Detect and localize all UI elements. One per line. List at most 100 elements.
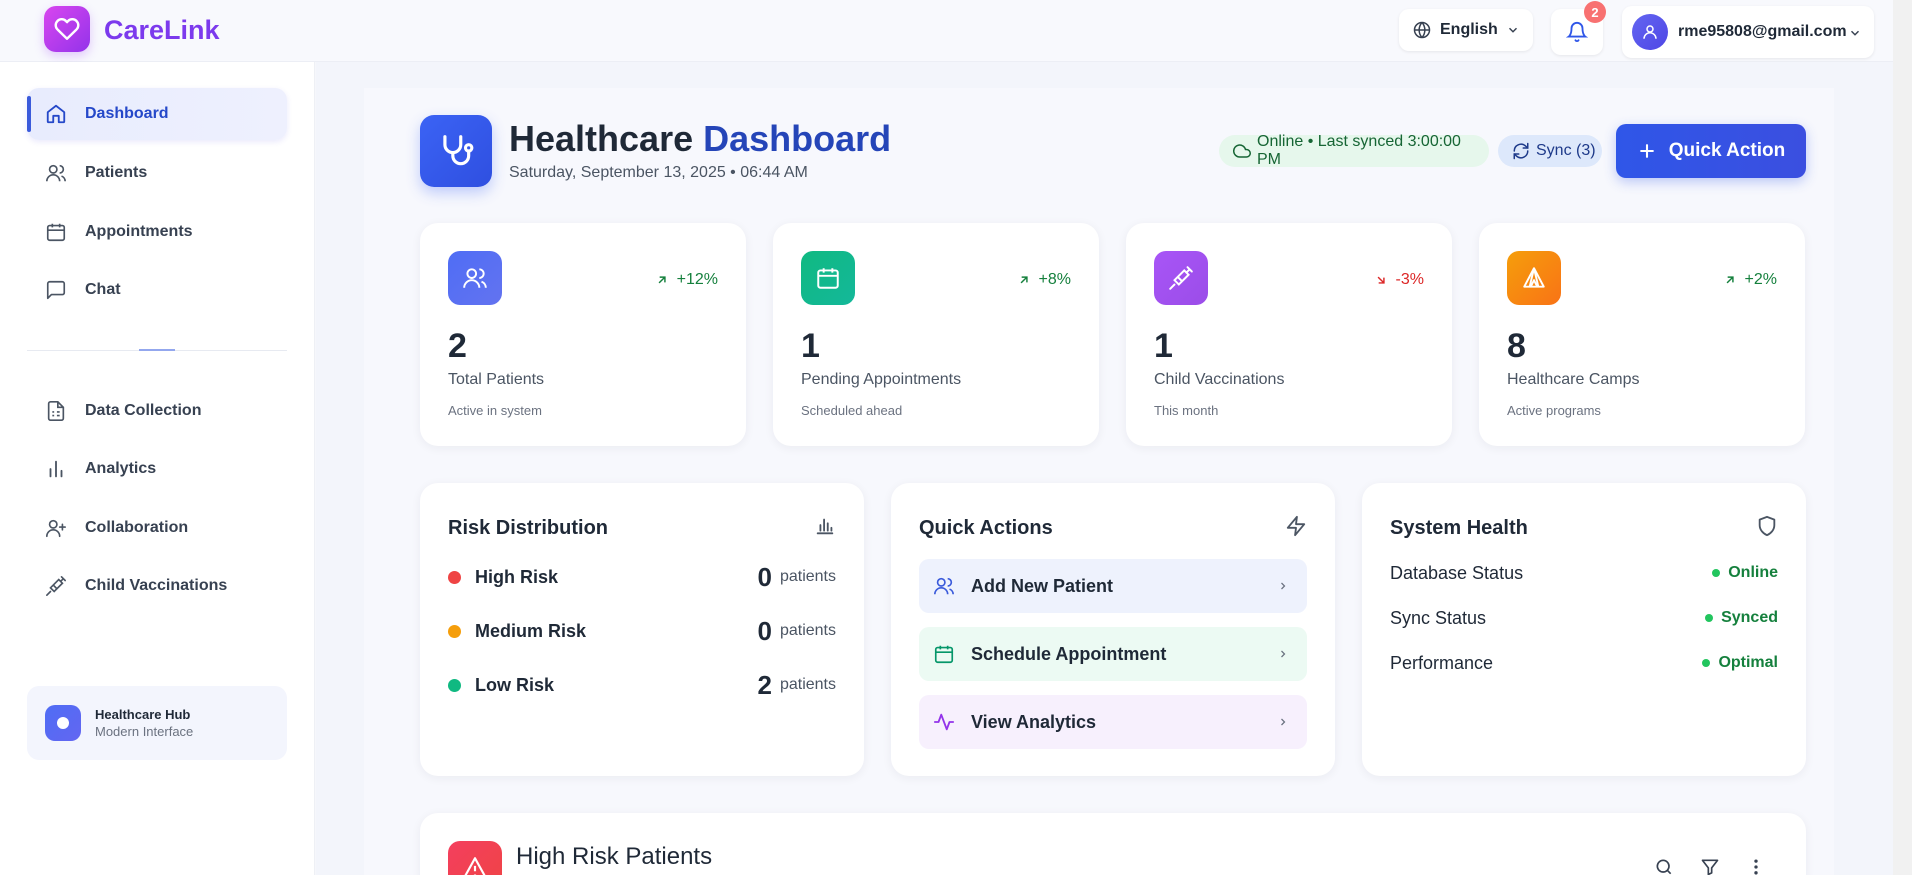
risk-dot bbox=[448, 678, 461, 692]
sidebar-item-label: Analytics bbox=[85, 460, 157, 477]
stat-card-pending-appointments[interactable]: +8% 1 Pending Appointments Scheduled ahe… bbox=[773, 223, 1099, 446]
trend-value: +8% bbox=[1038, 271, 1071, 288]
healthcare-hub-card[interactable]: Healthcare Hub Modern Interface bbox=[27, 686, 287, 760]
sidebar-item-label: Patients bbox=[85, 164, 148, 181]
risk-label: High Risk bbox=[475, 566, 559, 587]
app-logo[interactable] bbox=[44, 6, 90, 52]
sidebar-item-chat[interactable]: Chat bbox=[27, 264, 287, 316]
stat-value: 1 bbox=[801, 327, 820, 365]
sidebar-item-appointments[interactable]: Appointments bbox=[27, 206, 287, 258]
bar-chart-icon[interactable] bbox=[814, 515, 836, 537]
health-row-performance: Performance Optimal bbox=[1390, 648, 1778, 678]
user-email: rme95808@gmail.com bbox=[1678, 23, 1847, 40]
message-icon bbox=[45, 279, 67, 301]
refresh-icon bbox=[1512, 142, 1530, 160]
page-title-part1: Healthcare bbox=[509, 118, 694, 159]
stat-card-child-vaccinations[interactable]: -3% 1 Child Vaccinations This month bbox=[1126, 223, 1452, 446]
shield-icon bbox=[1756, 515, 1778, 537]
calendar-icon bbox=[45, 221, 67, 243]
trend: +12% bbox=[655, 271, 718, 289]
filter-icon[interactable] bbox=[1700, 857, 1720, 875]
risk-dot bbox=[448, 570, 461, 584]
risk-unit: patients bbox=[779, 568, 836, 585]
card-title: High Risk Patients bbox=[516, 843, 713, 870]
sidebar-item-label: Appointments bbox=[85, 223, 193, 240]
health-label: Database Status bbox=[1390, 562, 1524, 583]
page-title-part2: Dashboard bbox=[703, 118, 892, 159]
scrollbar[interactable] bbox=[1893, 0, 1912, 875]
user-menu[interactable]: rme95808@gmail.com bbox=[1622, 6, 1874, 58]
view-analytics-button[interactable]: View Analytics bbox=[919, 695, 1307, 749]
status-badge: Online • Last synced 3:00:00 PM bbox=[1219, 133, 1489, 168]
stat-card-total-patients[interactable]: +12% 2 Total Patients Active in system bbox=[420, 223, 746, 446]
page-title: Healthcare Dashboard bbox=[509, 118, 891, 160]
health-status: Synced bbox=[1705, 609, 1778, 627]
sidebar-item-collaboration[interactable]: Collaboration bbox=[27, 502, 287, 554]
quick-actions-card: Quick Actions Add New Patient Schedule A… bbox=[891, 483, 1335, 776]
sidebar-item-data-collection[interactable]: Data Collection bbox=[27, 385, 287, 437]
stat-label: Healthcare Camps bbox=[1507, 371, 1640, 388]
trend-up-icon bbox=[1723, 273, 1737, 287]
chevron-right-icon bbox=[1277, 716, 1289, 728]
stat-subtitle: Scheduled ahead bbox=[801, 403, 903, 418]
sidebar-item-label: Data Collection bbox=[85, 402, 202, 419]
users-icon bbox=[933, 575, 955, 597]
risk-unit: patients bbox=[779, 676, 836, 693]
language-label: English bbox=[1440, 21, 1498, 38]
sidebar-divider-accent bbox=[139, 349, 175, 351]
language-select[interactable]: English bbox=[1399, 9, 1533, 51]
health-status: Online bbox=[1712, 564, 1778, 582]
users-icon bbox=[448, 251, 502, 305]
search-icon[interactable] bbox=[1654, 857, 1674, 875]
sidebar-item-child-vaccinations[interactable]: Child Vaccinations bbox=[27, 560, 287, 612]
trend-up-icon bbox=[1017, 273, 1031, 287]
health-value: Synced bbox=[1721, 609, 1778, 626]
more-vertical-icon[interactable] bbox=[1746, 857, 1766, 875]
sidebar-item-patients[interactable]: Patients bbox=[27, 147, 287, 199]
action-label: Add New Patient bbox=[971, 575, 1114, 596]
plus-icon bbox=[1637, 141, 1657, 161]
health-row-sync: Sync Status Synced bbox=[1390, 603, 1778, 633]
hub-icon bbox=[45, 705, 81, 741]
risk-count: 0 bbox=[757, 561, 772, 592]
stat-label: Pending Appointments bbox=[801, 371, 962, 388]
users-icon bbox=[45, 162, 67, 184]
lightning-icon bbox=[1285, 515, 1307, 537]
hub-dot-icon bbox=[57, 717, 69, 729]
risk-unit: patients bbox=[779, 622, 836, 639]
trend-up-icon bbox=[655, 273, 669, 287]
chevron-down-icon bbox=[1506, 23, 1520, 37]
user-plus-icon bbox=[45, 517, 67, 539]
status-text: Online • Last synced 3:00:00 PM bbox=[1257, 133, 1461, 168]
sync-label: Sync (3) bbox=[1536, 142, 1596, 159]
notification-badge: 2 bbox=[1584, 1, 1606, 23]
trend-value: +12% bbox=[676, 271, 718, 288]
sync-button[interactable]: Sync (3) bbox=[1498, 135, 1602, 167]
sidebar-item-dashboard[interactable]: Dashboard bbox=[27, 88, 287, 140]
risk-row-low: Low Risk 2 patients bbox=[448, 670, 836, 700]
sidebar: Dashboard Patients Appointments Chat Dat… bbox=[0, 62, 315, 875]
bell-icon bbox=[1566, 21, 1588, 43]
schedule-appointment-button[interactable]: Schedule Appointment bbox=[919, 627, 1307, 681]
trend: +2% bbox=[1723, 271, 1777, 289]
trend-value: -3% bbox=[1395, 271, 1424, 288]
card-toolbar bbox=[1654, 857, 1766, 875]
cloud-icon bbox=[1233, 142, 1251, 160]
sidebar-item-analytics[interactable]: Analytics bbox=[27, 443, 287, 495]
high-risk-patients-card: High Risk Patients bbox=[420, 813, 1806, 875]
activity-icon bbox=[933, 711, 955, 733]
stat-value: 2 bbox=[448, 327, 467, 365]
app-name[interactable]: CareLink bbox=[104, 15, 220, 46]
top-bar: CareLink English 2 rme95808@gmail.com bbox=[0, 0, 1912, 62]
health-label: Performance bbox=[1390, 652, 1494, 673]
sidebar-item-label: Collaboration bbox=[85, 519, 189, 536]
stat-card-healthcare-camps[interactable]: +2% 8 Healthcare Camps Active programs bbox=[1479, 223, 1805, 446]
hub-title: Healthcare Hub bbox=[95, 707, 191, 722]
page-date: Saturday, September 13, 2025 • 06:44 AM bbox=[509, 164, 808, 181]
add-new-patient-button[interactable]: Add New Patient bbox=[919, 559, 1307, 613]
quick-action-button[interactable]: Quick Action bbox=[1616, 124, 1806, 178]
sidebar-item-label: Chat bbox=[85, 281, 121, 298]
trend-value: +2% bbox=[1744, 271, 1777, 288]
stat-subtitle: Active programs bbox=[1507, 403, 1601, 418]
status-dot bbox=[1702, 659, 1711, 667]
